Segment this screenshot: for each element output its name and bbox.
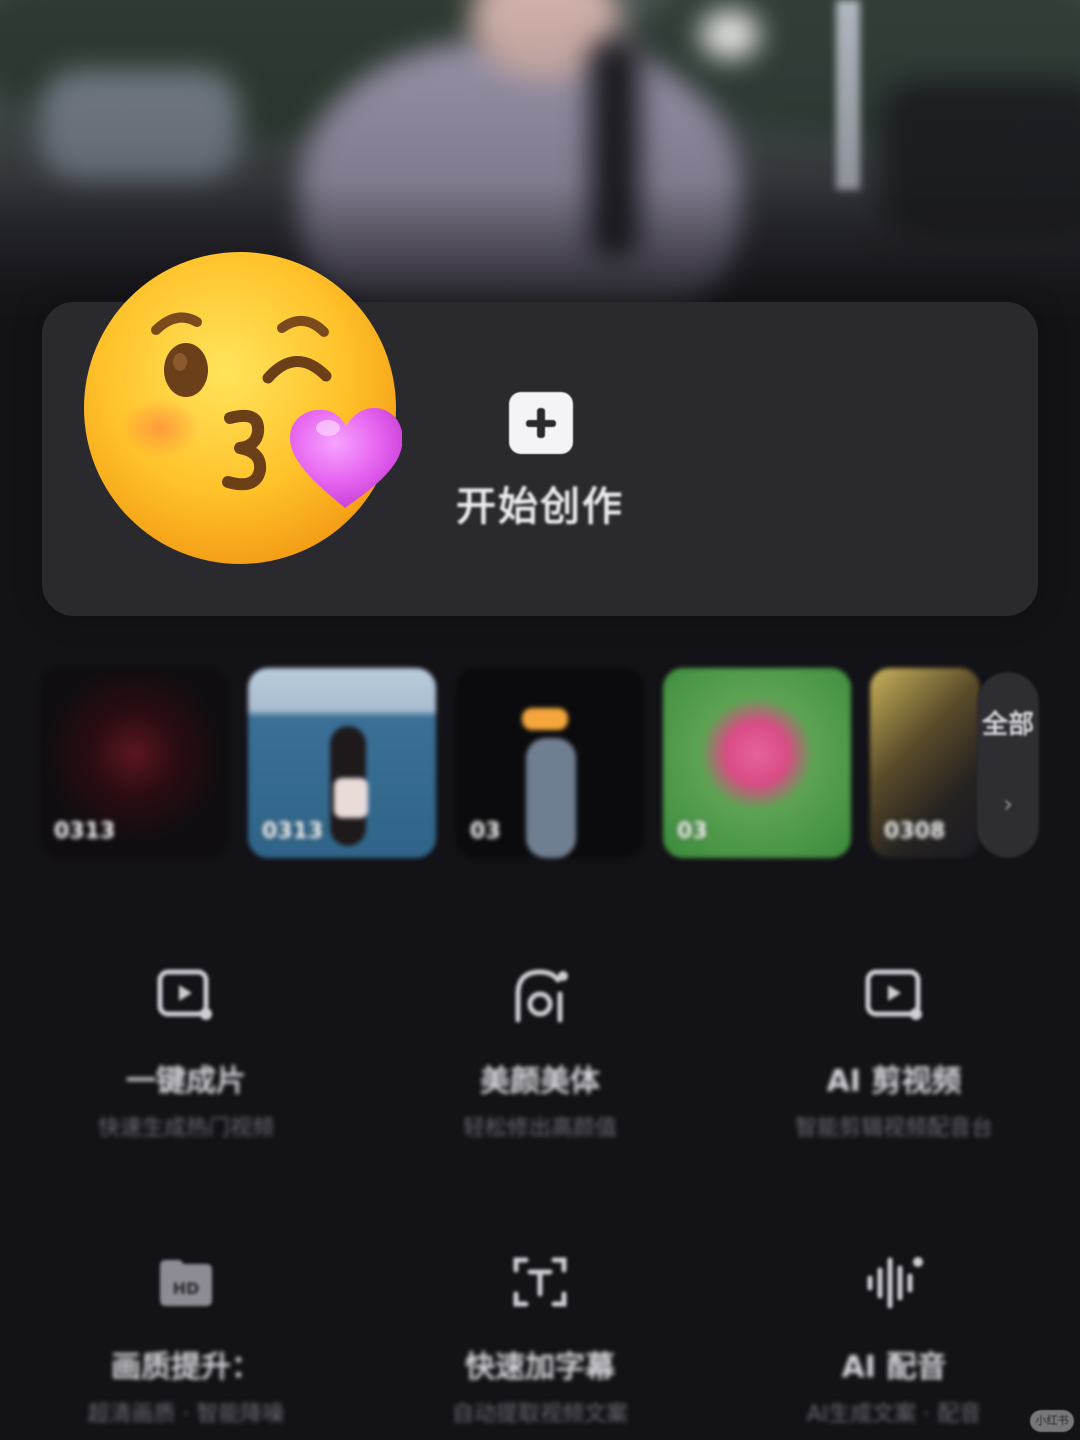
- draft-label: 0308: [884, 819, 946, 844]
- tool-desc: 轻松修出高颜值: [462, 1116, 617, 1141]
- tool-desc: 快速生成热门视频: [97, 1116, 274, 1141]
- draft-label: 03: [470, 819, 501, 844]
- tool-desc: 自动提取视频文案: [451, 1402, 628, 1427]
- view-all-label: 全部: [981, 710, 1034, 740]
- draft-thumbnail[interactable]: 0313: [248, 668, 436, 858]
- face-beauty-icon: [515, 969, 568, 1023]
- tool-title: 画质提升：: [111, 1350, 261, 1385]
- tool-beauty[interactable]: 美颜美体 轻松修出高颜值: [380, 964, 700, 1144]
- svg-text:HD: HD: [173, 1279, 200, 1298]
- tool-ai-video-edit[interactable]: AI 剪视频 智能剪辑视频配音台: [734, 964, 1054, 1144]
- tool-auto-subtitle[interactable]: 快速加字幕 自动提取视频文案: [380, 1250, 700, 1430]
- app-home-screen: 开始创作 0313 0313 03 03 0308 全部 › 一键成片 快速生成…: [0, 0, 1080, 1440]
- tool-title: 快速加字幕: [465, 1350, 615, 1385]
- watermark: 小红书: [1030, 1410, 1074, 1432]
- draft-sign: [522, 708, 568, 730]
- tool-title: 美颜美体: [480, 1064, 600, 1099]
- draft-label: 0313: [54, 819, 116, 844]
- tool-desc: 超清画质 · 智能降噪: [87, 1402, 285, 1427]
- tool-title: AI 配音: [841, 1350, 947, 1385]
- face-blowing-kiss-emoji: [84, 252, 402, 564]
- draft-label: 03: [677, 819, 708, 844]
- tool-one-click-video[interactable]: 一键成片 快速生成热门视频: [26, 964, 346, 1144]
- tool-quality-enhance[interactable]: HD 画质提升： 超清画质 · 智能降噪: [26, 1250, 346, 1430]
- tool-desc: AI生成文案 · 配音: [806, 1402, 982, 1427]
- view-all-drafts-button[interactable]: 全部 ›: [977, 672, 1039, 858]
- draft-thumbnail[interactable]: 03: [456, 668, 644, 858]
- tool-ai-dubbing[interactable]: AI 配音 AI生成文案 · 配音: [734, 1250, 1054, 1430]
- audio-wave-icon: [867, 1257, 923, 1309]
- draft-person: [526, 738, 576, 858]
- video-magic-icon: [157, 969, 212, 1020]
- draft-thumbnail[interactable]: 0313: [40, 668, 228, 858]
- start-create-label: 开始创作: [456, 484, 624, 530]
- tool-title: 一键成片: [126, 1064, 246, 1099]
- draft-person-shirt: [334, 778, 368, 818]
- plus-square-icon[interactable]: [509, 392, 573, 454]
- hd-folder-icon: HD: [160, 1260, 212, 1306]
- draft-thumbnail[interactable]: 03: [663, 668, 851, 858]
- draft-thumbnail[interactable]: 0308: [870, 668, 980, 858]
- draft-label: 0313: [262, 819, 324, 844]
- text-scan-icon: [513, 1257, 567, 1307]
- ai-video-icon: [865, 969, 922, 1020]
- tool-desc: 智能剪辑视频配音台: [794, 1116, 993, 1141]
- chevron-right-icon: ›: [1003, 790, 1013, 818]
- tool-title: AI 剪视频: [826, 1064, 962, 1099]
